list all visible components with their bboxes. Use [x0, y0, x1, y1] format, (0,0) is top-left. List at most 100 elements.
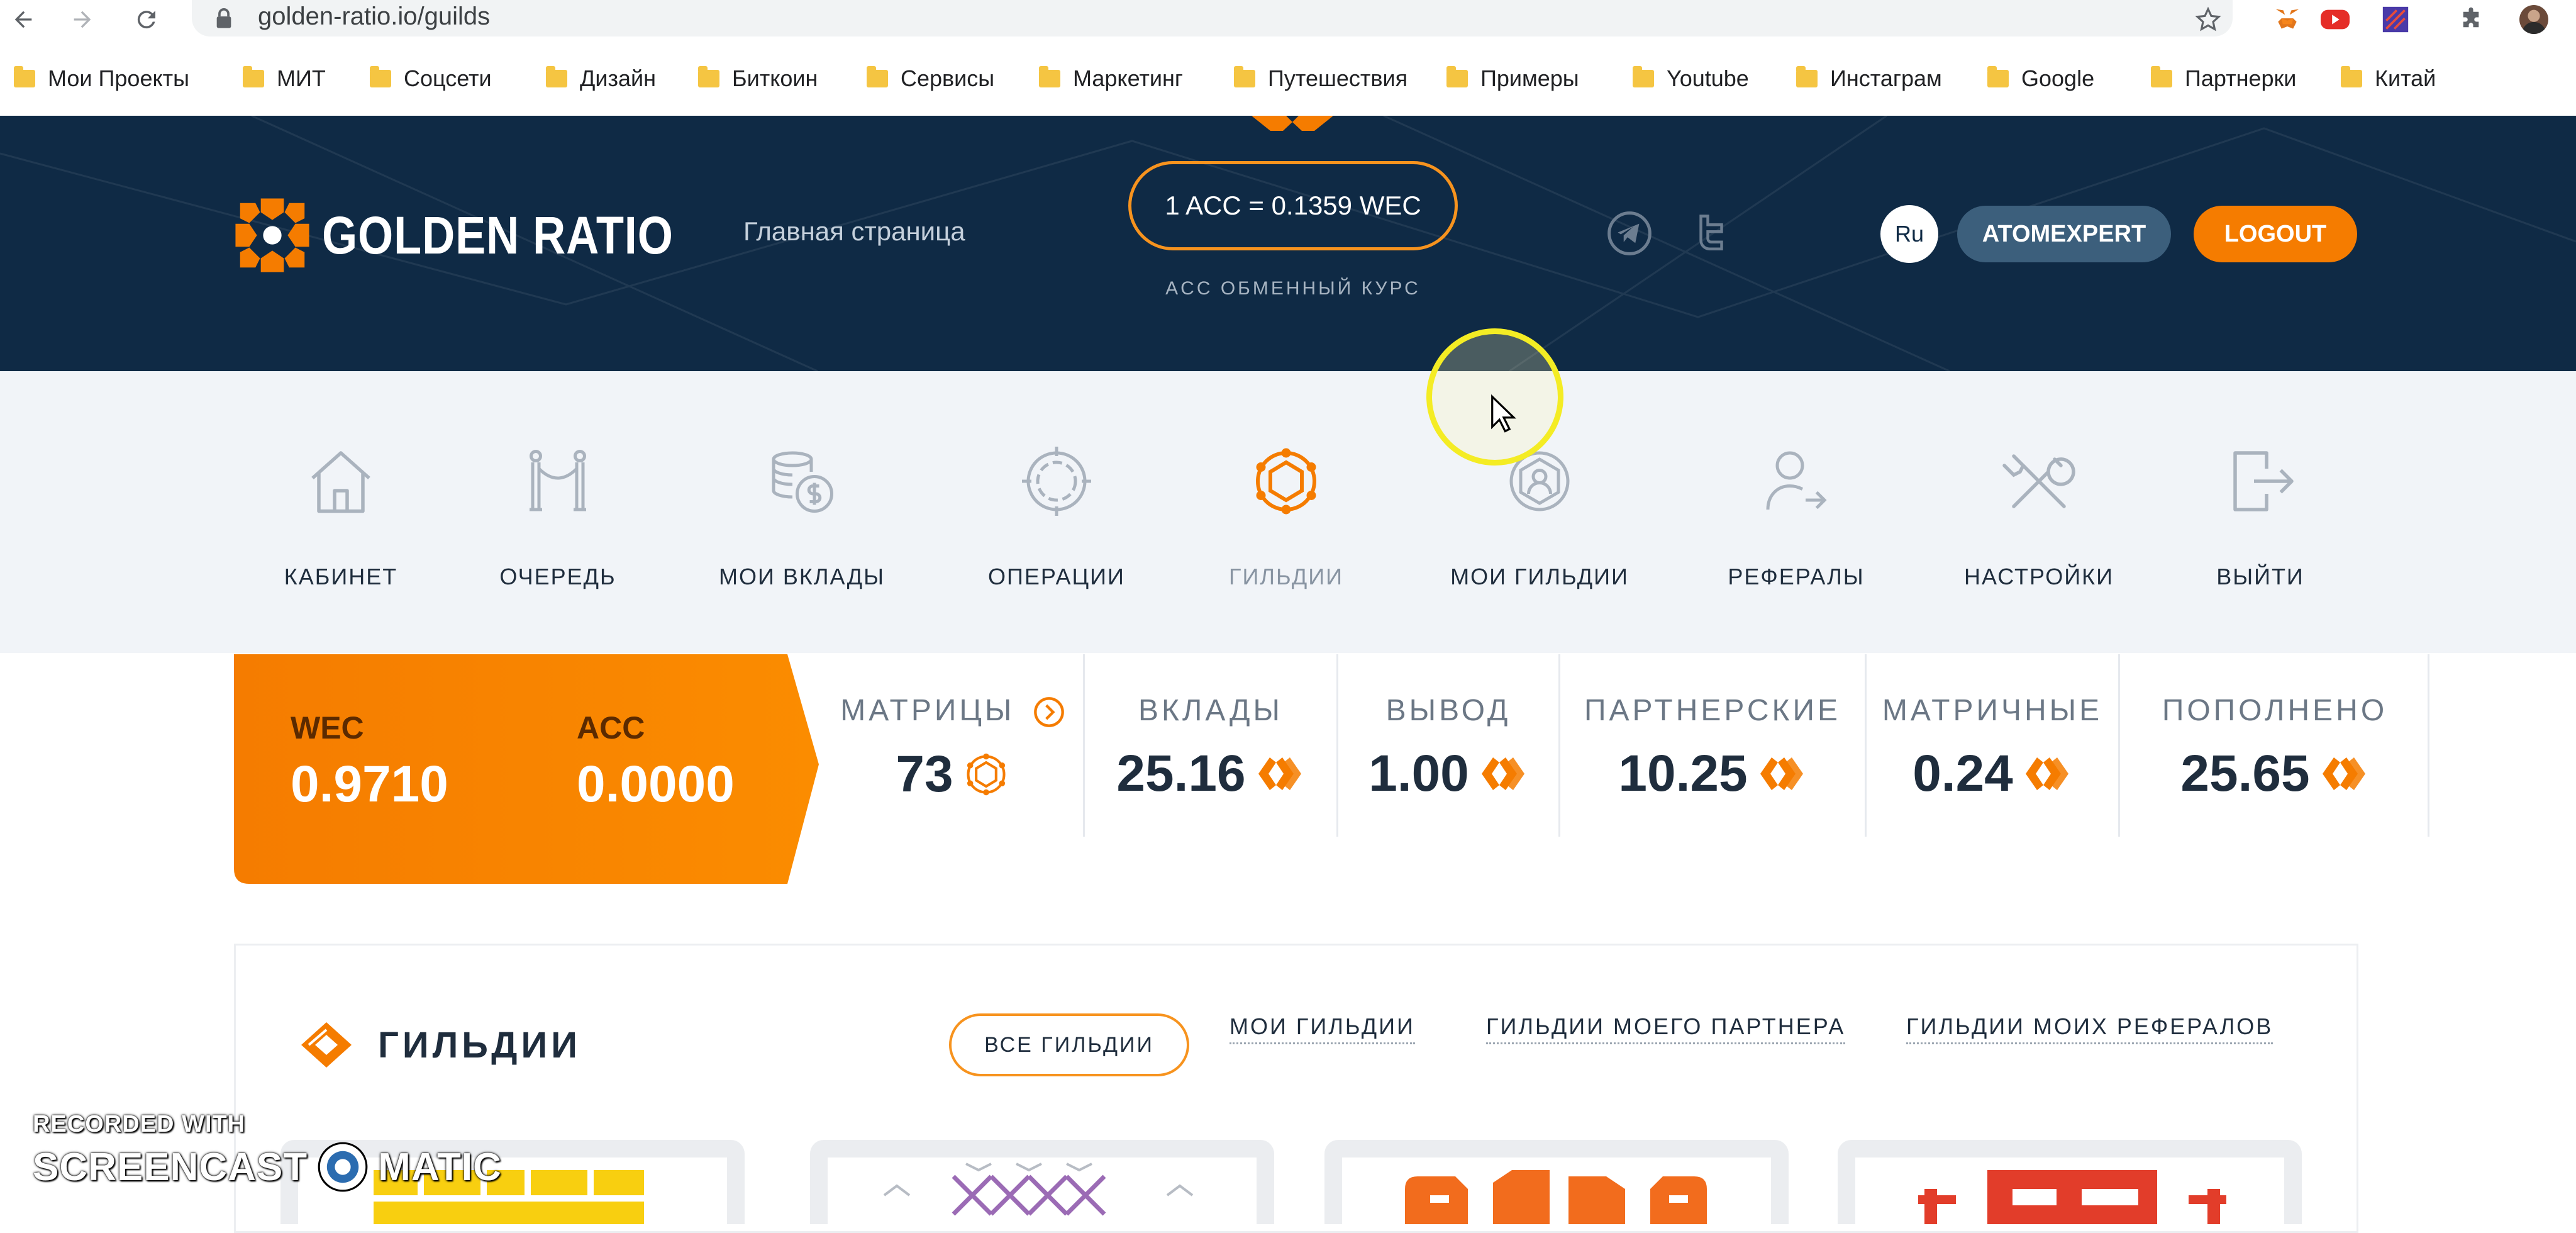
bookmark-folder[interactable]: Youtube — [1633, 65, 1749, 92]
bookmark-folder[interactable]: МИТ — [243, 65, 326, 92]
bookmark-folder[interactable]: Мои Проекты — [14, 65, 189, 92]
bookmark-folder[interactable]: Примеры — [1446, 65, 1579, 92]
nav-item-my-deposits[interactable]: МОИ ВКЛАДЫ — [682, 434, 921, 590]
bookmark-label: Примеры — [1480, 65, 1579, 91]
bookmark-folder[interactable]: Google — [1987, 65, 2094, 92]
folder-icon — [1796, 66, 1818, 87]
username-button[interactable]: ATOMEXPERT — [1957, 206, 2171, 262]
nav-item-operations[interactable]: ОПЕРАЦИИ — [937, 434, 1176, 590]
currency-diamond-icon — [2025, 757, 2068, 790]
site-logo[interactable]: GOLDEN RATIO — [234, 197, 731, 274]
exchange-rate-pill: 1 ACC = 0.1359 WEC — [1128, 161, 1458, 250]
home-page-link[interactable]: Главная страница — [743, 216, 965, 247]
watermark-top: RECORDED WITH — [33, 1111, 246, 1137]
filter-label: ВСЕ ГИЛЬДИИ — [984, 1032, 1154, 1057]
nav-label: ОПЕРАЦИИ — [988, 564, 1125, 589]
guild-card[interactable] — [1324, 1140, 1789, 1224]
nav-item-cabinet[interactable]: КАБИНЕТ — [221, 434, 460, 590]
bookmark-label: Сервисы — [901, 65, 995, 91]
stat-label: ПАРТНЕРСКИЕ — [1584, 694, 1841, 727]
stat-value: 0.24 — [1913, 745, 2013, 802]
nav-item-referrals[interactable]: РЕФЕРАЛЫ — [1677, 434, 1916, 590]
bookmark-folder[interactable]: Инстаграм — [1796, 65, 1942, 92]
stat-withdrawal: ВЫВОД 1.00 — [1338, 654, 1558, 837]
star-icon[interactable] — [2194, 5, 2223, 34]
watermark-left: SCREENCAST — [33, 1145, 308, 1189]
nav-label: МОИ ГИЛЬДИИ — [1450, 564, 1629, 589]
stat-value: 1.00 — [1368, 745, 1469, 802]
twitter-icon[interactable] — [1687, 209, 1736, 258]
bookmark-label: Инстаграм — [1830, 65, 1942, 91]
header-ornament-icon — [1252, 116, 1333, 134]
folder-icon — [1234, 66, 1255, 87]
stat-value: 25.16 — [1116, 745, 1246, 802]
address-bar[interactable] — [192, 0, 2233, 36]
back-arrow-icon[interactable] — [8, 4, 39, 35]
guild-card[interactable] — [1838, 1140, 2302, 1224]
guild-card[interactable] — [810, 1140, 1274, 1224]
filter-partner-guilds[interactable]: ГИЛЬДИИ МОЕГО ПАРТНЕРА — [1486, 1013, 1846, 1044]
bookmark-label: Дизайн — [580, 65, 657, 91]
language-switch[interactable]: Ru — [1880, 205, 1938, 263]
bookmark-label: Партнерки — [2185, 65, 2297, 91]
nav-item-guilds[interactable]: ГИЛЬДИИ — [1167, 434, 1406, 590]
coins-icon — [755, 434, 849, 528]
nav-item-exit[interactable]: ВЫЙТИ — [2141, 434, 2380, 590]
operations-cycle-icon — [1009, 434, 1104, 528]
bookmark-folder[interactable]: Биткоин — [698, 65, 818, 92]
bookmark-folder[interactable]: Сервисы — [867, 65, 994, 92]
nav-item-settings[interactable]: НАСТРОЙКИ — [1919, 434, 2158, 590]
site-header: GOLDEN RATIO Главная страница 1 ACC = 0.… — [0, 116, 2576, 371]
nav-item-queue[interactable]: ОЧЕРЕДЬ — [438, 434, 677, 590]
bookmark-folder[interactable]: Дизайн — [546, 65, 656, 92]
folder-icon — [370, 66, 391, 87]
bookmark-label: Биткоин — [732, 65, 818, 91]
acc-value: 0.0000 — [577, 756, 735, 813]
reload-icon[interactable] — [131, 4, 162, 35]
folder-icon — [1446, 66, 1468, 87]
referral-user-icon — [1749, 434, 1843, 528]
guild-diamond-icon — [301, 1022, 352, 1068]
bookmark-folder[interactable]: Партнерки — [2151, 65, 2296, 92]
url-text[interactable]: golden-ratio.io/guilds — [258, 3, 490, 31]
bookmark-label: Мои Проекты — [48, 65, 189, 91]
bookmark-label: Соцсети — [404, 65, 492, 91]
guild-card-image — [1342, 1158, 1771, 1224]
wec-value: 0.9710 — [291, 756, 448, 813]
currency-diamond-icon — [1258, 757, 1301, 790]
extension-icon[interactable] — [2381, 5, 2410, 34]
stat-matrices: МАТРИЦЫ 73 — [823, 654, 1083, 837]
filter-all-guilds[interactable]: ВСЕ ГИЛЬДИИ — [949, 1013, 1189, 1076]
screencast-logo-icon — [318, 1142, 368, 1192]
bookmark-folder[interactable]: Путешествия — [1234, 65, 1407, 92]
forward-arrow-icon[interactable] — [67, 4, 98, 35]
guilds-title: ГИЛЬДИИ — [378, 1024, 581, 1066]
currency-diamond-icon — [1760, 757, 1803, 790]
folder-icon — [243, 66, 264, 87]
screencast-watermark: RECORDED WITH SCREENCAST MATIC — [33, 1111, 502, 1193]
mouse-cursor-icon — [1489, 394, 1518, 437]
puzzle-icon[interactable] — [2457, 5, 2485, 34]
bookmark-folder[interactable]: Соцсети — [370, 65, 492, 92]
nav-item-my-guilds[interactable]: МОИ ГИЛЬДИИ — [1420, 434, 1659, 590]
folder-icon — [2151, 66, 2172, 87]
filter-referral-guilds[interactable]: ГИЛЬДИИ МОИХ РЕФЕРАЛОВ — [1906, 1013, 2273, 1044]
stat-value: 25.65 — [2180, 745, 2310, 802]
bookmark-folder[interactable]: Китай — [2341, 65, 2436, 92]
golden-ratio-logo-icon — [235, 198, 309, 272]
nav-label: НАСТРОЙКИ — [1964, 564, 2114, 589]
matrix-network-icon — [967, 754, 1006, 796]
currency-diamond-icon — [2322, 757, 2365, 790]
guild-emblem-orange — [1405, 1170, 1707, 1224]
logout-button[interactable]: LOGOUT — [2194, 206, 2357, 262]
metamask-icon[interactable] — [2273, 5, 2302, 34]
cabinet-navigation: КАБИНЕТ ОЧЕРЕДЬ МОИ ВКЛАДЫ ОПЕРАЦИИ ГИЛЬ… — [0, 371, 2576, 653]
bookmark-folder[interactable]: Маркетинг — [1039, 65, 1183, 92]
telegram-icon[interactable] — [1605, 209, 1654, 258]
stat-partner: ПАРТНЕРСКИЕ 10.25 — [1560, 654, 1865, 837]
chevron-right-circle-icon[interactable] — [1033, 696, 1065, 728]
browser-toolbar: golden-ratio.io/guilds — [0, 0, 2576, 39]
youtube-icon[interactable] — [2321, 5, 2350, 34]
filter-my-guilds[interactable]: МОИ ГИЛЬДИИ — [1230, 1013, 1415, 1044]
profile-avatar[interactable] — [2519, 5, 2548, 34]
